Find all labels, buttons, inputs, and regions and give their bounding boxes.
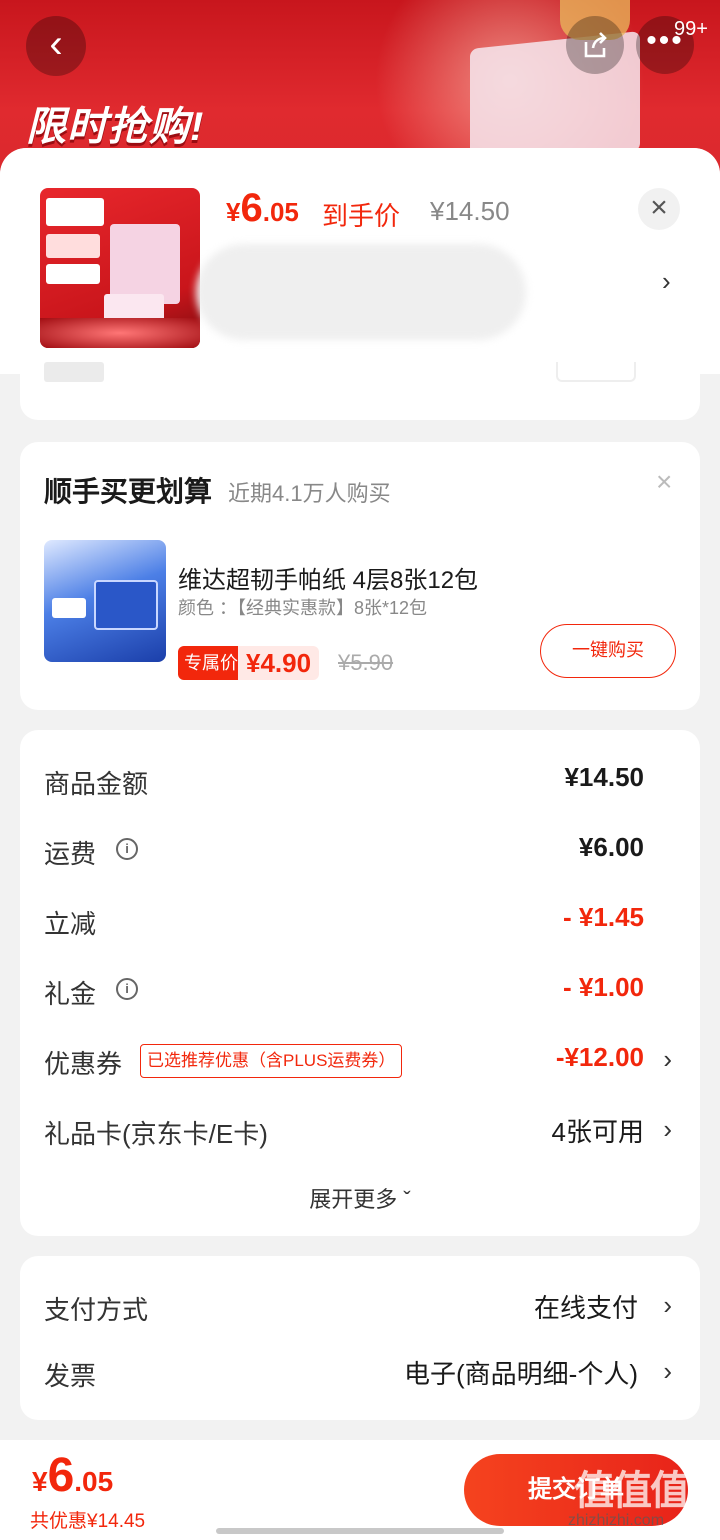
final-price: ¥6.05 bbox=[226, 186, 299, 230]
message-count-badge: 99+ bbox=[674, 18, 708, 40]
thumb-decoration bbox=[46, 198, 104, 226]
chevron-right-icon: › bbox=[663, 1114, 672, 1144]
product-card: ¥6.05 到手价 ¥14.50 × › bbox=[0, 148, 720, 374]
chevron-right-icon: › bbox=[663, 1044, 672, 1074]
summary-row-coupon[interactable]: 优惠券 已选推荐优惠（含PLUS运费券） -¥12.00 › bbox=[20, 1034, 700, 1084]
thumb-package bbox=[94, 580, 158, 630]
addon-product-spec: 颜色 ：【经典实惠款】8张*12包 bbox=[178, 598, 428, 618]
info-icon[interactable]: i bbox=[116, 838, 138, 860]
final-price-label: 到手价 bbox=[322, 201, 401, 231]
row-value: -¥12.00 bbox=[555, 1042, 644, 1072]
redacted-product-info bbox=[196, 244, 526, 340]
payment-card: 支付方式 在线支付 › 发票 电子(商品明细-个人) › bbox=[20, 1256, 700, 1420]
price-summary-card: 商品金额 ¥14.50 运费 i ¥6.00 立减 - ¥1.45 礼金 i -… bbox=[20, 730, 700, 1236]
row-label: 礼金 bbox=[44, 979, 97, 1009]
original-price: ¥14.50 bbox=[430, 196, 510, 226]
row-label: 运费 bbox=[44, 839, 97, 869]
quantity-label bbox=[44, 362, 104, 382]
thumb-decoration bbox=[52, 598, 86, 618]
addon-subtitle: 近期4.1万人购买 bbox=[228, 481, 391, 506]
row-label: 优惠券 bbox=[44, 1049, 123, 1079]
summary-row-discount: 立减 - ¥1.45 bbox=[20, 894, 700, 944]
thumb-decoration bbox=[46, 264, 100, 284]
payment-method-row[interactable]: 支付方式 在线支付 › bbox=[20, 1280, 700, 1330]
row-label: 支付方式 bbox=[44, 1295, 149, 1325]
addon-title: 顺手买更划算 bbox=[44, 476, 213, 507]
summary-row-gift-card[interactable]: 礼品卡(京东卡/E卡) 4张可用 › bbox=[20, 1104, 700, 1154]
row-value: 在线支付 bbox=[533, 1293, 638, 1323]
exclusive-price: ¥4.90 bbox=[238, 646, 320, 680]
info-icon[interactable]: i bbox=[116, 978, 138, 1000]
close-button[interactable]: × bbox=[638, 188, 680, 230]
row-value: 电子(商品明细-个人) bbox=[404, 1359, 638, 1389]
expand-more-button[interactable]: 展开更多 ˇ bbox=[20, 1182, 700, 1214]
product-detail-chevron-icon[interactable]: › bbox=[662, 266, 671, 297]
close-icon: × bbox=[650, 191, 668, 224]
row-label: 礼品卡(京东卡/E卡) bbox=[44, 1119, 268, 1149]
invoice-row[interactable]: 发票 电子(商品明细-个人) › bbox=[20, 1346, 700, 1396]
row-value: - ¥1.00 bbox=[563, 972, 644, 1002]
order-sheet: ¥6.05 到手价 ¥14.50 × › 顺手买更划算 近期4.1万人购买 × … bbox=[0, 148, 720, 1540]
coupon-tag: 已选推荐优惠（含PLUS运费券） bbox=[140, 1044, 403, 1078]
share-button[interactable] bbox=[566, 16, 624, 74]
row-value: 4张可用 bbox=[551, 1117, 644, 1147]
summary-row-cash-gift: 礼金 i - ¥1.00 bbox=[20, 964, 700, 1014]
row-value: - ¥1.45 bbox=[563, 902, 644, 932]
promo-title: 限时抢购! bbox=[26, 105, 205, 149]
total-price: ¥6.05 bbox=[32, 1449, 114, 1502]
summary-row-subtotal: 商品金额 ¥14.50 bbox=[20, 754, 700, 804]
row-value: ¥14.50 bbox=[564, 762, 644, 792]
thumb-decoration bbox=[46, 234, 100, 258]
row-label: 发票 bbox=[44, 1361, 97, 1391]
share-icon bbox=[584, 32, 607, 58]
back-button[interactable]: ‹ bbox=[26, 16, 86, 76]
watermark-site: zhizhizhi.com bbox=[568, 1512, 665, 1529]
total-savings: 共优惠¥14.45 bbox=[30, 1511, 146, 1532]
product-image[interactable] bbox=[40, 188, 200, 348]
quantity-row bbox=[20, 362, 700, 420]
row-value: ¥6.00 bbox=[578, 832, 644, 862]
row-label: 立减 bbox=[44, 909, 97, 939]
addon-product-name[interactable]: 维达超韧手帕纸 4层8张12包 bbox=[178, 560, 478, 595]
summary-row-shipping: 运费 i ¥6.00 bbox=[20, 824, 700, 874]
chevron-right-icon: › bbox=[663, 1356, 672, 1386]
checkout-bar: ¥6.05 共优惠¥14.45 提交订单 值值值 zhizhizhi.com bbox=[0, 1440, 720, 1540]
thumb-stage bbox=[40, 318, 200, 348]
home-indicator[interactable] bbox=[216, 1528, 504, 1534]
addon-close-icon[interactable]: × bbox=[656, 466, 672, 498]
thumb-package bbox=[110, 224, 180, 304]
chevron-left-icon: ‹ bbox=[49, 22, 63, 66]
chevron-right-icon: › bbox=[663, 1290, 672, 1320]
addon-recommendation-card: 顺手买更划算 近期4.1万人购买 × 维达超韧手帕纸 4层8张12包 颜色 ：【… bbox=[20, 442, 700, 710]
one-click-buy-button[interactable]: 一键购买 bbox=[540, 624, 676, 678]
exclusive-price-tag: 专属价 bbox=[178, 646, 244, 680]
row-label: 商品金额 bbox=[44, 769, 149, 799]
addon-product-image[interactable] bbox=[44, 540, 166, 662]
quantity-stepper[interactable] bbox=[556, 362, 636, 382]
watermark-logo: 值值值 bbox=[574, 1469, 690, 1513]
addon-original-price: ¥5.90 bbox=[338, 650, 394, 675]
